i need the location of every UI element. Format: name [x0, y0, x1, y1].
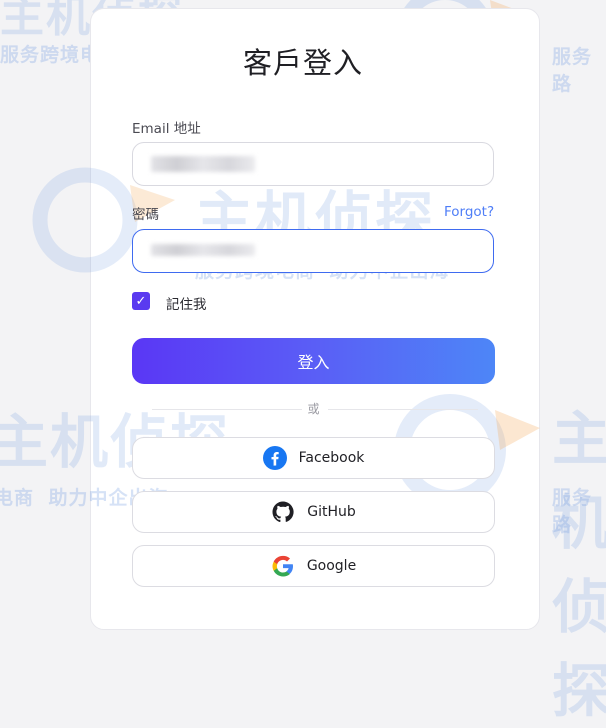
google-icon [271, 554, 295, 578]
facebook-icon [262, 446, 287, 470]
email-label: Email 地址 [132, 121, 201, 137]
password-redacted-value [151, 244, 255, 256]
email-field[interactable] [132, 142, 494, 186]
facebook-label: Facebook [298, 450, 365, 466]
remember-me-checkbox[interactable]: ✓ [132, 292, 150, 310]
divider-line-right [328, 409, 478, 410]
github-login-button[interactable]: GitHub [132, 491, 495, 533]
forgot-password-link[interactable]: Forgot? [444, 204, 494, 220]
facebook-login-button[interactable]: Facebook [132, 437, 495, 479]
remember-me-label: 記住我 [166, 297, 207, 313]
github-icon [271, 500, 295, 524]
password-field[interactable] [132, 229, 494, 273]
or-divider: 或 [132, 400, 495, 418]
github-label: GitHub [307, 504, 356, 520]
page-title: 客戶登入 [242, 46, 363, 80]
google-label: Google [306, 558, 357, 574]
login-button[interactable]: 登入 [132, 338, 495, 384]
password-label: 密碼 [132, 207, 159, 223]
watermark-brand-bottom-right: 主机侦探 [552, 405, 606, 725]
watermark-tagline-bottom-right: 服务路 [552, 487, 593, 536]
google-login-button[interactable]: Google [132, 545, 495, 587]
email-redacted-value [151, 156, 255, 172]
login-card [90, 8, 540, 630]
